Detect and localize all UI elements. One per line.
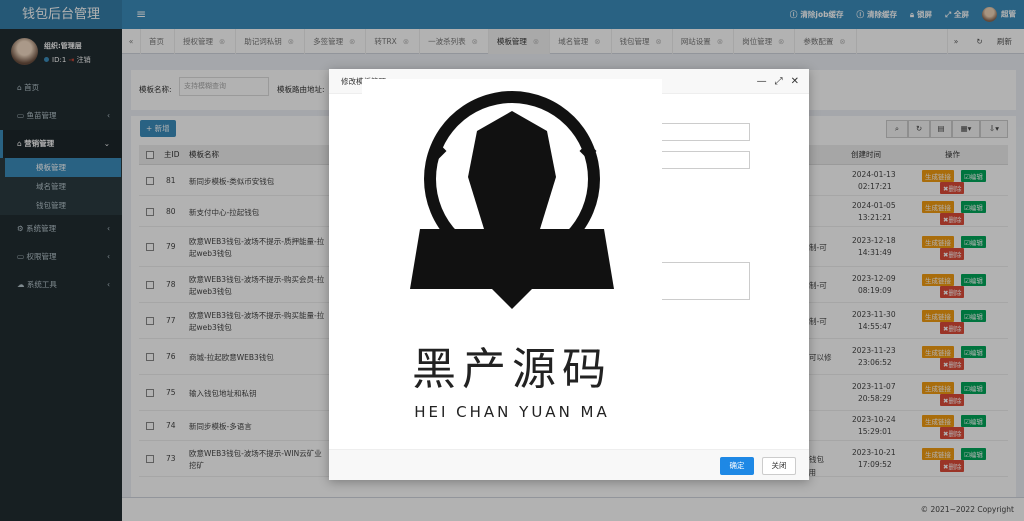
close-button[interactable]: 关闭 [762,457,796,475]
form-textarea[interactable] [650,262,750,300]
modal-footer: 确定 关闭 [329,449,809,480]
minimize-icon[interactable]: — [757,69,767,94]
watermark-cn-text: 黑产源码 [412,344,612,395]
confirm-button[interactable]: 确定 [720,457,754,475]
watermark-en-text: HEI CHAN YUAN MA [414,403,610,421]
watermark-logo-image: 黑产源码 HEI CHAN YUAN MA [362,79,662,427]
form-input-path[interactable] [650,151,750,169]
maximize-icon[interactable]: ⤢ [775,69,783,94]
form-input-name[interactable] [650,123,750,141]
modal-controls: — ⤢ ✕ [757,69,799,94]
close-icon[interactable]: ✕ [791,69,799,94]
warrior-emblem-icon: 黑产源码 HEI CHAN YUAN MA [410,91,614,421]
